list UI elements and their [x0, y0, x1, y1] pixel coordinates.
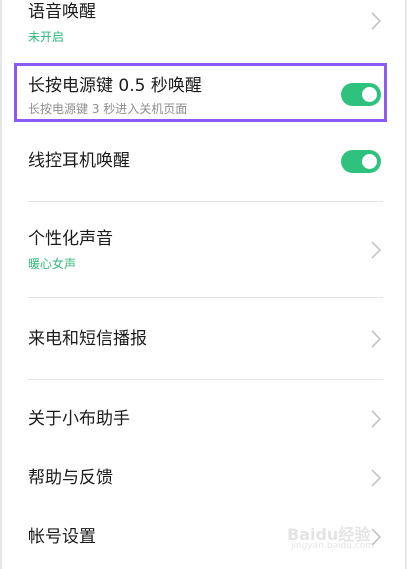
setting-title: 线控耳机唤醒	[28, 151, 130, 171]
setting-help-feedback[interactable]: 帮助与反馈	[28, 458, 383, 502]
chevron-right-icon	[369, 409, 383, 429]
setting-title: 来电和短信播报	[28, 329, 147, 349]
setting-title: 帐号设置	[28, 527, 96, 547]
setting-wired-earphone-wakeup: 线控耳机唤醒	[28, 140, 383, 184]
divider	[28, 201, 383, 202]
toggle-knob	[362, 154, 377, 169]
setting-call-sms-broadcast[interactable]: 来电和短信播报	[28, 318, 383, 362]
chevron-right-icon	[369, 240, 383, 260]
divider	[28, 297, 383, 298]
setting-value: 暖心女声	[28, 257, 77, 271]
setting-personalized-voice[interactable]: 个性化声音 暖心女声	[28, 222, 383, 282]
left-edge	[0, 0, 2, 569]
setting-about[interactable]: 关于小布助手	[28, 399, 383, 443]
setting-title: 帮助与反馈	[28, 468, 113, 488]
setting-status: 未开启	[28, 30, 65, 44]
divider	[28, 379, 383, 380]
setting-voice-wakeup[interactable]: 语音唤醒 未开启	[28, 0, 383, 56]
chevron-right-icon	[369, 468, 383, 488]
baidu-watermark: Baidu经验 jingyan.baidu.com	[287, 521, 377, 555]
watermark-url: jingyan.baidu.com	[291, 541, 375, 551]
highlight-annotation-box	[14, 63, 387, 122]
wired-earphone-wakeup-toggle[interactable]	[341, 150, 381, 173]
setting-title: 语音唤醒	[28, 2, 96, 22]
chevron-right-icon	[369, 11, 383, 31]
setting-title: 关于小布助手	[28, 409, 130, 429]
setting-title: 个性化声音	[28, 229, 113, 249]
chevron-right-icon	[369, 329, 383, 349]
